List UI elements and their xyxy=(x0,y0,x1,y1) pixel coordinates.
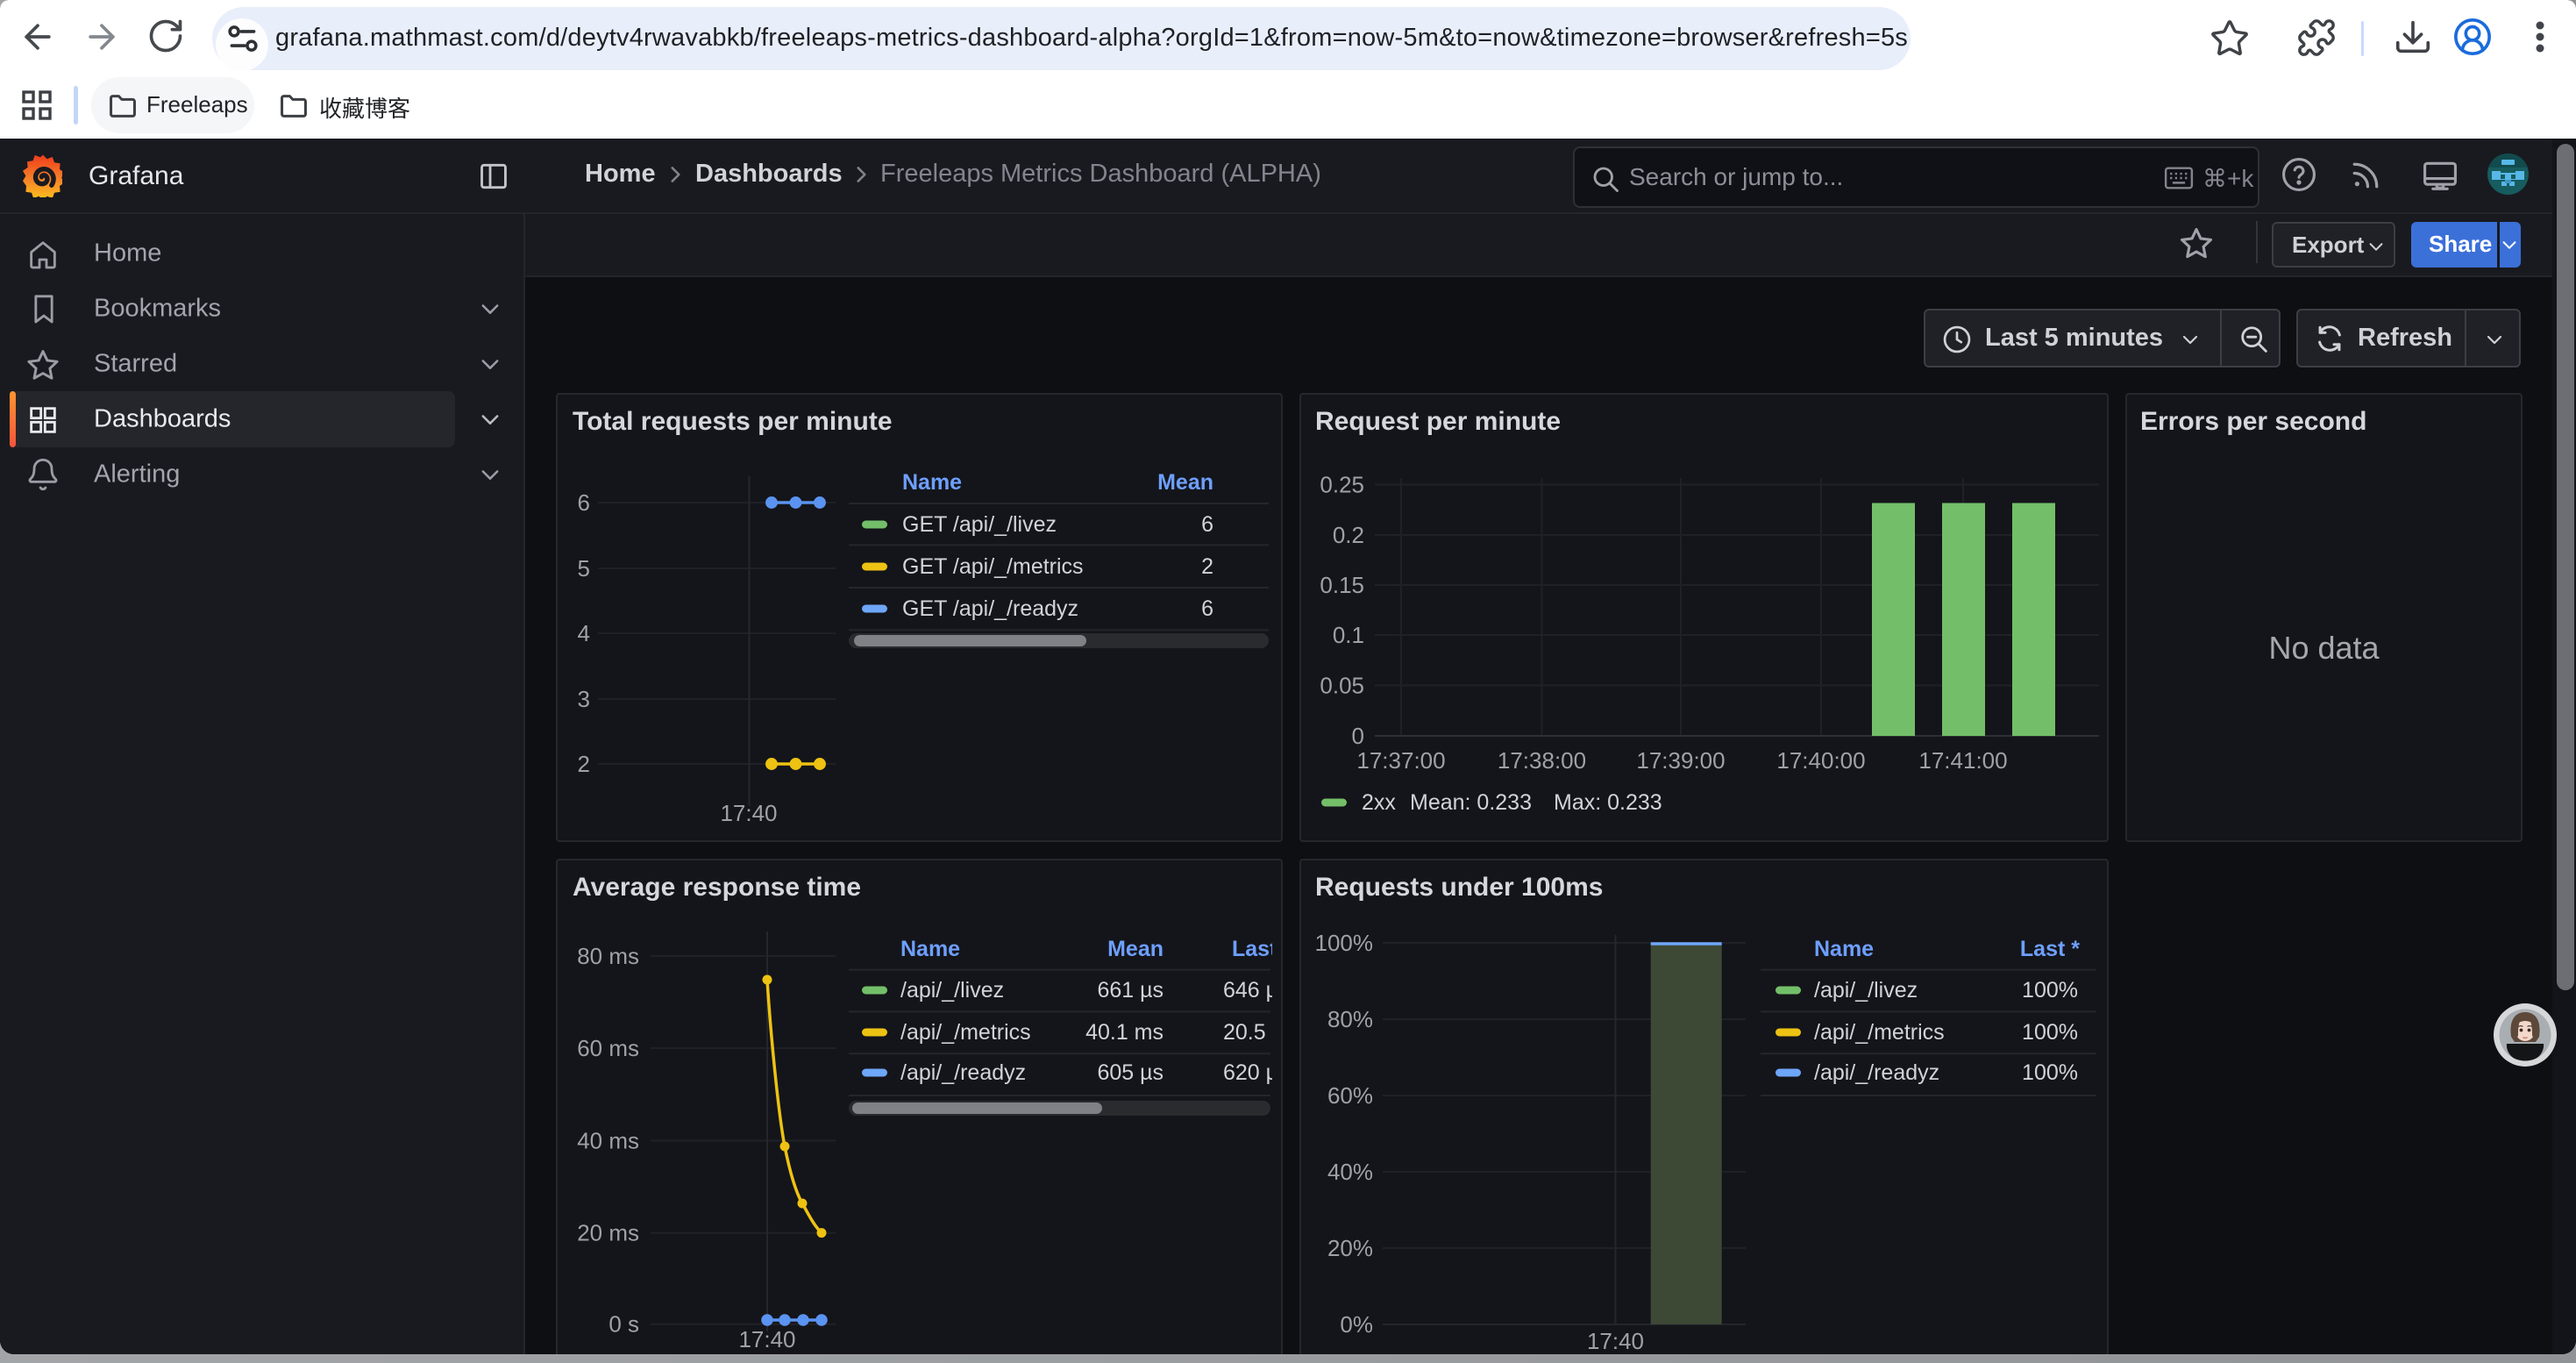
svg-text:100%: 100% xyxy=(1315,930,1374,956)
svg-text:100%: 100% xyxy=(2022,978,2078,1003)
svg-text:5: 5 xyxy=(578,555,590,582)
svg-text:646 µs: 646 µs xyxy=(1223,978,1272,1003)
svg-text:0.15: 0.15 xyxy=(1320,572,1364,598)
svg-text:605 µs: 605 µs xyxy=(1097,1060,1163,1085)
svg-text:GET /api/_/metrics: GET /api/_/metrics xyxy=(902,554,1084,579)
svg-text:40 ms: 40 ms xyxy=(577,1128,639,1154)
svg-text:Name: Name xyxy=(902,470,962,495)
svg-text:/api/_/metrics: /api/_/metrics xyxy=(900,1020,1031,1045)
svg-text:/api/_/readyz: /api/_/readyz xyxy=(1814,1060,1939,1085)
svg-text:0.1: 0.1 xyxy=(1333,622,1364,648)
svg-text:0.05: 0.05 xyxy=(1320,673,1364,699)
svg-text:17:40: 17:40 xyxy=(720,800,777,826)
svg-text:20.5 ms: 20.5 ms xyxy=(1223,1020,1272,1045)
svg-text:17:41:00: 17:41:00 xyxy=(1918,747,2007,774)
svg-text:661 µs: 661 µs xyxy=(1097,978,1163,1003)
svg-text:0.2: 0.2 xyxy=(1333,522,1364,548)
svg-text:40%: 40% xyxy=(1327,1159,1373,1185)
svg-text:20 ms: 20 ms xyxy=(577,1220,639,1246)
svg-text:4: 4 xyxy=(578,620,590,646)
svg-text:/api/_/metrics: /api/_/metrics xyxy=(1814,1020,1945,1045)
svg-text:2xx: 2xx xyxy=(1362,790,1396,815)
svg-text:GET /api/_/readyz: GET /api/_/readyz xyxy=(902,596,1078,621)
svg-text:2: 2 xyxy=(578,751,590,777)
svg-text:Mean: 0.233: Mean: 0.233 xyxy=(1410,790,1532,815)
svg-text:17:40: 17:40 xyxy=(1587,1328,1644,1354)
svg-text:80%: 80% xyxy=(1327,1006,1373,1032)
svg-text:0.25: 0.25 xyxy=(1320,472,1364,498)
svg-text:Last *: Last * xyxy=(2020,937,2080,961)
svg-text:/api/_/readyz: /api/_/readyz xyxy=(900,1060,1026,1085)
svg-text:GET /api/_/livez: GET /api/_/livez xyxy=(902,512,1057,537)
svg-text:Last *: Last * xyxy=(1232,937,1272,961)
svg-text:Name: Name xyxy=(900,937,960,961)
svg-text:6: 6 xyxy=(1201,512,1213,537)
svg-text:/api/_/livez: /api/_/livez xyxy=(900,978,1004,1003)
svg-text:Mean: Mean xyxy=(1107,937,1163,961)
svg-text:2: 2 xyxy=(1201,554,1213,579)
svg-text:17:38:00: 17:38:00 xyxy=(1498,747,1586,774)
svg-text:0 s: 0 s xyxy=(608,1311,639,1338)
svg-text:6: 6 xyxy=(578,489,590,516)
svg-text:100%: 100% xyxy=(2022,1060,2078,1085)
svg-text:620 µs: 620 µs xyxy=(1223,1060,1272,1085)
svg-text:0: 0 xyxy=(1352,723,1364,749)
svg-text:/api/_/livez: /api/_/livez xyxy=(1814,978,1918,1003)
svg-text:17:40: 17:40 xyxy=(738,1326,795,1352)
svg-text:17:37:00: 17:37:00 xyxy=(1356,747,1445,774)
svg-text:60 ms: 60 ms xyxy=(577,1035,639,1061)
svg-text:80 ms: 80 ms xyxy=(577,943,639,969)
svg-text:20%: 20% xyxy=(1327,1235,1373,1261)
svg-text:3: 3 xyxy=(578,686,590,712)
svg-text:6: 6 xyxy=(1201,596,1213,621)
svg-text:17:40:00: 17:40:00 xyxy=(1776,747,1865,774)
svg-text:Mean: Mean xyxy=(1157,470,1213,495)
svg-text:Name: Name xyxy=(1814,937,1874,961)
svg-text:60%: 60% xyxy=(1327,1082,1373,1109)
svg-text:Max: 0.233: Max: 0.233 xyxy=(1554,790,1662,815)
svg-text:0%: 0% xyxy=(1340,1311,1373,1338)
svg-text:17:39:00: 17:39:00 xyxy=(1636,747,1725,774)
svg-text:100%: 100% xyxy=(2022,1020,2078,1045)
svg-text:40.1 ms: 40.1 ms xyxy=(1085,1020,1163,1045)
